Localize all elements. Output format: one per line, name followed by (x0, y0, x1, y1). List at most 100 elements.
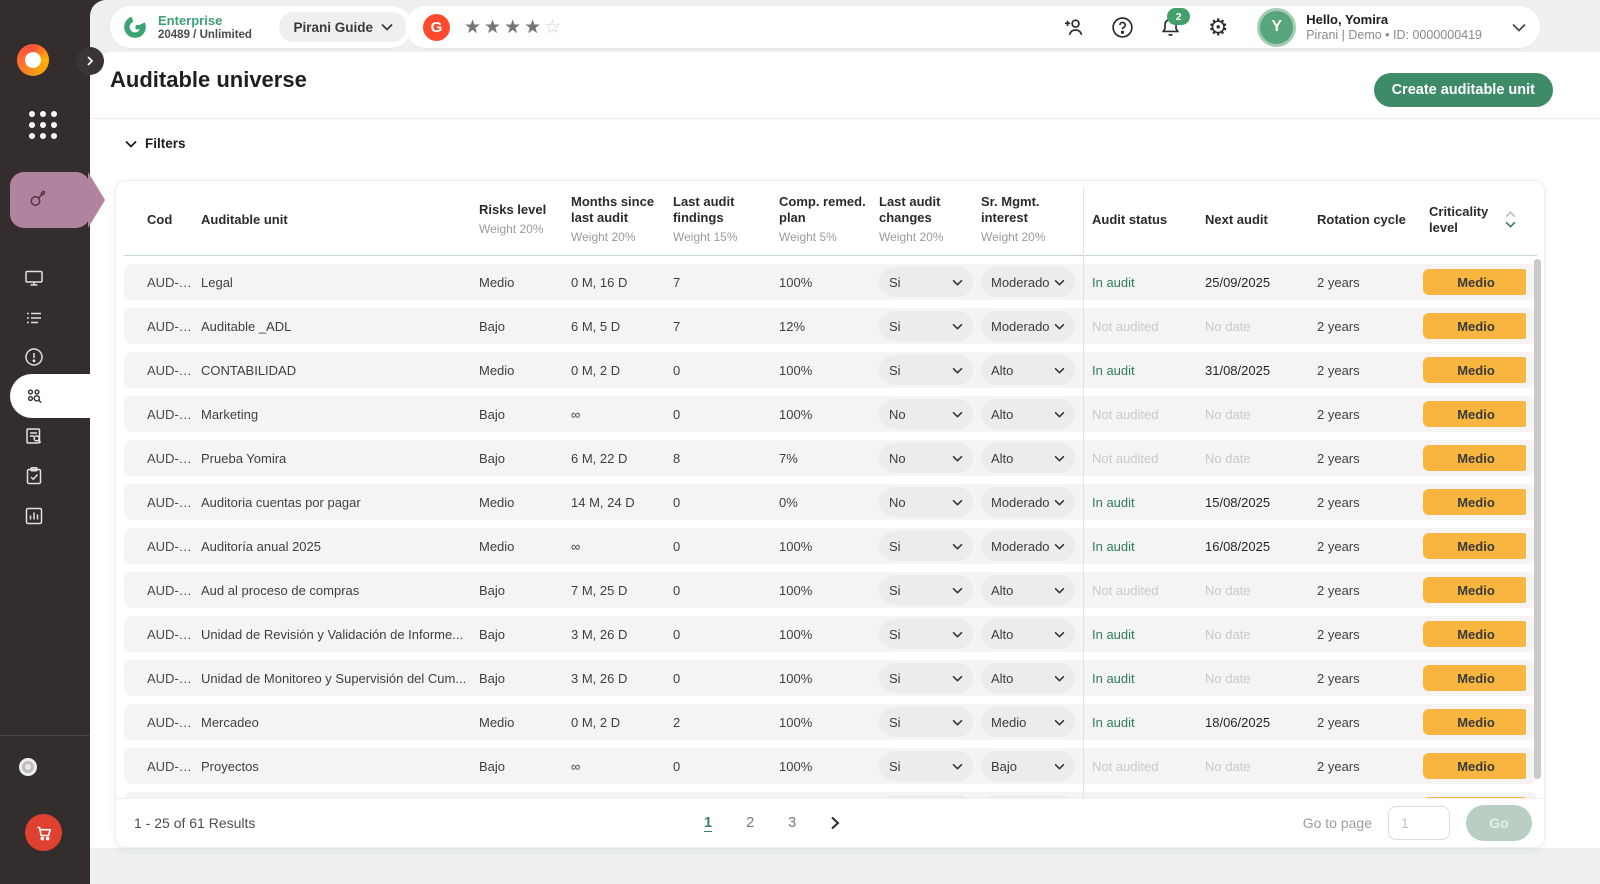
last-audit-changes-select[interactable]: Si (879, 619, 973, 649)
criticality-badge: Medio (1423, 577, 1526, 603)
sr-mgmt-interest-select[interactable]: Moderado (981, 487, 1075, 517)
unit-cod: AUD-41 (147, 671, 201, 686)
col-criticality-level: Criticality level (1420, 204, 1526, 236)
last-audit-changes-select[interactable]: No (879, 399, 973, 429)
sr-mgmt-interest-select[interactable]: Medio (981, 707, 1075, 737)
comp-remed-value: 0% (779, 495, 879, 510)
apps-grid-icon[interactable] (29, 111, 59, 141)
next-page-chevron-icon[interactable] (830, 816, 840, 830)
goto-page-input[interactable] (1388, 806, 1450, 840)
changes-cell: Si (879, 751, 981, 781)
sr-mgmt-interest-select[interactable]: Alto (981, 443, 1075, 473)
unit-name: Proyectos (201, 759, 479, 774)
interest-cell: Moderado (981, 531, 1083, 561)
criticality-badge: Medio (1423, 445, 1526, 471)
page-button-1[interactable]: 1 (704, 815, 712, 831)
header-divider (90, 118, 1600, 119)
table-row[interactable]: AUD-63 Prueba Yomira Bajo 6 M, 22 D 8 7%… (124, 440, 1537, 476)
table-row[interactable]: AUD-57 Legal Medio 0 M, 16 D 7 100% Si M… (124, 264, 1537, 300)
results-summary: 1 - 25 of 61 Results (134, 815, 255, 831)
findings-value: 0 (673, 671, 779, 686)
sr-mgmt-interest-select[interactable]: Moderado (981, 267, 1075, 297)
audit-status-value: In audit (1083, 539, 1196, 554)
table-row[interactable]: AUD-41 Unidad de Monitoreo y Supervisión… (124, 660, 1537, 696)
comp-remed-value: 12% (779, 319, 879, 334)
pirani-guide-dropdown[interactable]: Pirani Guide (279, 12, 407, 42)
criticality-cell: Medio (1420, 665, 1526, 691)
unit-name: Marketing (201, 407, 479, 422)
account-chevron-down-icon[interactable] (1512, 23, 1526, 32)
store-cart-button[interactable] (25, 814, 62, 851)
sr-mgmt-interest-select[interactable]: Alto (981, 663, 1075, 693)
audit-status-value: Not audited (1083, 319, 1196, 334)
unit-cod: AUD-57 (147, 275, 201, 290)
months-since-value: 0 M, 2 D (571, 363, 673, 378)
last-audit-changes-select[interactable]: Si (879, 311, 973, 341)
rating-stars[interactable]: ★★★★☆ (464, 16, 564, 39)
chevron-down-icon (1054, 323, 1065, 330)
table-row[interactable]: AUD-54 CONTABILIDAD Medio 0 M, 2 D 0 100… (124, 352, 1537, 388)
account-menu[interactable]: Y Hello, Yomira Pirani | Demo • ID: 0000… (1257, 8, 1482, 47)
sidebar-item-explore-tag[interactable] (10, 172, 90, 228)
sr-mgmt-interest-select[interactable]: Alto (981, 575, 1075, 605)
sidebar-collapse-button[interactable] (76, 47, 104, 75)
col-months-since: Months since last auditWeight 20% (571, 194, 673, 245)
table-row[interactable]: AUD-53 Auditoría anual 2025 Medio ∞ 0 10… (124, 528, 1537, 564)
rotation-cycle-value: 2 years (1308, 671, 1420, 686)
app-logo-donut-icon[interactable] (17, 44, 49, 76)
sr-mgmt-interest-select[interactable]: Moderado (981, 311, 1075, 341)
next-audit-value: No date (1196, 319, 1308, 334)
sort-desc-icon[interactable] (1505, 221, 1516, 228)
last-audit-changes-select[interactable]: No (879, 487, 973, 517)
create-auditable-unit-button[interactable]: Create auditable unit (1374, 73, 1553, 107)
sr-mgmt-interest-select[interactable]: Bajo (981, 751, 1075, 781)
sidebar-item-document-search[interactable] (22, 424, 46, 448)
vertical-scrollbar[interactable] (1534, 259, 1541, 779)
page-button-3[interactable]: 3 (788, 815, 796, 831)
filters-toggle[interactable]: Filters (125, 136, 186, 151)
page-button-2[interactable]: 2 (746, 815, 754, 831)
alert-circle-icon (23, 346, 45, 368)
sr-mgmt-interest-select[interactable]: Alto (981, 399, 1075, 429)
rotation-cycle-value: 2 years (1308, 539, 1420, 554)
help-button[interactable] (1109, 14, 1135, 40)
last-audit-changes-select[interactable]: Si (879, 575, 973, 605)
table-row[interactable]: AUD-62 Marketing Bajo ∞ 0 100% No Alto N… (124, 396, 1537, 432)
interest-cell: Moderado (981, 311, 1083, 341)
last-audit-changes-select[interactable]: No (879, 443, 973, 473)
table-row[interactable]: AUD-35 Unidad de Revisión y Validación d… (124, 616, 1537, 652)
last-audit-changes-select[interactable]: Si (879, 663, 973, 693)
settings-button[interactable]: ⚙ (1205, 14, 1231, 40)
table-row[interactable]: AUD-51 Auditoria cuentas por pagar Medio… (124, 484, 1537, 520)
last-audit-changes-select[interactable]: Si (879, 707, 973, 737)
risks-level-value: Medio (479, 275, 571, 290)
table-row[interactable]: AUD-61 Auditable _ADL Bajo 6 M, 5 D 7 12… (124, 308, 1537, 344)
sr-mgmt-interest-select[interactable]: Alto (981, 355, 1075, 385)
sidebar-item-alerts[interactable] (22, 345, 46, 369)
last-audit-changes-select[interactable]: Si (879, 267, 973, 297)
sr-mgmt-interest-select[interactable]: Alto (981, 619, 1075, 649)
sidebar-item-reports[interactable] (22, 504, 46, 528)
table-row[interactable]: AUD-58 Proyectos Bajo ∞ 0 100% Si Bajo N… (124, 748, 1537, 784)
last-audit-changes-select[interactable]: Si (879, 355, 973, 385)
findings-value: 7 (673, 275, 779, 290)
table-row[interactable]: AUD-52 Aud al proceso de compras Bajo 7 … (124, 572, 1537, 608)
sidebar-item-processes[interactable] (22, 306, 46, 330)
interest-cell: Alto (981, 443, 1083, 473)
last-audit-changes-select[interactable]: Si (879, 751, 973, 781)
status-target-icon[interactable] (19, 758, 37, 776)
criticality-sort-control[interactable] (1505, 211, 1516, 228)
sidebar-item-dashboard[interactable] (22, 266, 46, 290)
go-button[interactable]: Go (1466, 805, 1532, 841)
unit-cod: AUD-52 (147, 583, 201, 598)
last-audit-changes-select[interactable]: Si (879, 531, 973, 561)
sidebar-item-auditable-universe[interactable] (22, 384, 46, 408)
sort-asc-icon[interactable] (1505, 211, 1516, 218)
sr-mgmt-interest-select[interactable]: Moderado (981, 531, 1075, 561)
sidebar-item-audit-plan[interactable] (22, 464, 46, 488)
table-row[interactable]: AUD-42 Mercadeo Medio 0 M, 2 D 2 100% Si… (124, 704, 1537, 740)
invite-user-button[interactable] (1061, 14, 1087, 40)
notifications-button[interactable]: 2 (1157, 14, 1183, 40)
audit-status-value: Not audited (1083, 407, 1196, 422)
criticality-cell: Medio (1420, 621, 1526, 647)
